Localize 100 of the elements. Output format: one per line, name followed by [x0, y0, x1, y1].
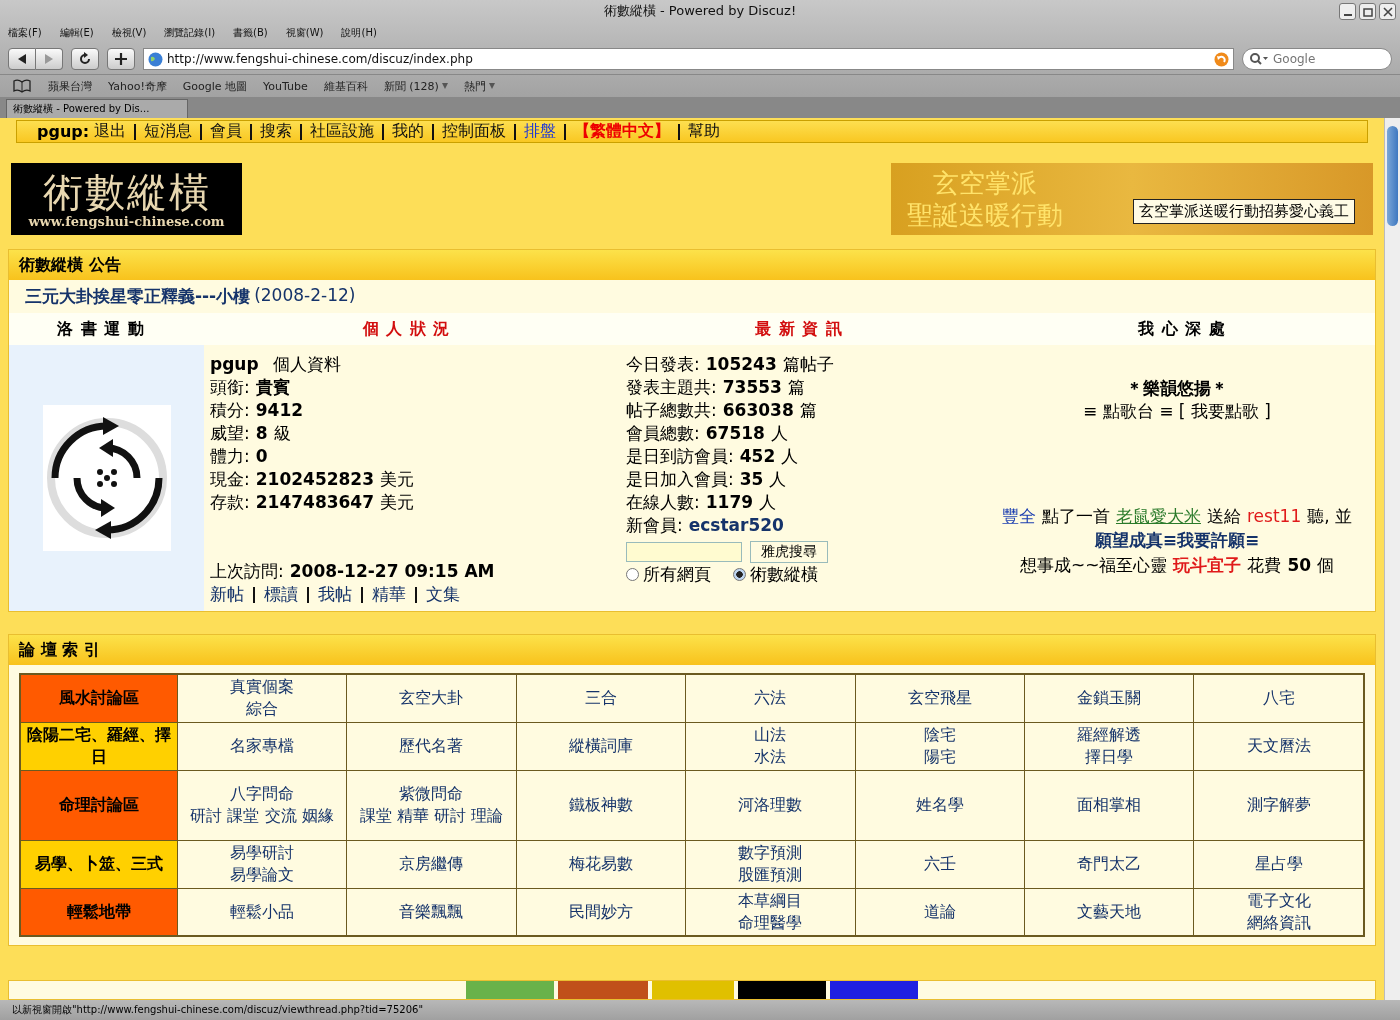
- forum-link[interactable]: 奇門太乙: [1024, 840, 1194, 888]
- profile-nav-link[interactable]: 新帖: [210, 583, 244, 606]
- dedication-text: 豐全 點了一首 老鼠愛大米 送給 rest11 聽, 並: [1001, 505, 1352, 528]
- tooltip: 玄空掌派送暖行動招募愛心義工: [1133, 199, 1355, 224]
- maximize-button[interactable]: [1359, 3, 1376, 20]
- stat-value: 8: [255, 422, 268, 445]
- category-cell[interactable]: 命理討論區: [21, 770, 177, 840]
- forum-link[interactable]: 鐵板神數: [516, 770, 686, 840]
- profile-link[interactable]: 個人資料: [272, 353, 341, 376]
- forum-link[interactable]: 縱橫詞庫: [516, 722, 686, 770]
- announcement-link[interactable]: 三元大卦挨星零正釋義---小樓: [25, 285, 251, 308]
- forum-link[interactable]: 三合: [516, 674, 686, 722]
- address-field[interactable]: http://www.fengshui-chinese.com/discuz/index.php: [143, 48, 1234, 70]
- column-heading: 最 新 資 訊: [755, 318, 843, 338]
- add-button[interactable]: [107, 48, 135, 70]
- song-request-link[interactable]: ≡ 點歌台 ≡ [ 我要點歌 ]: [1083, 400, 1271, 423]
- radio-option[interactable]: 術數縱橫: [733, 563, 818, 586]
- forum-link[interactable]: 面相掌相: [1024, 770, 1194, 840]
- profile-nav-link[interactable]: 我帖: [318, 583, 352, 606]
- nav-link[interactable]: 幫助: [688, 121, 721, 142]
- forum-link[interactable]: 羅經解透 擇日學: [1024, 722, 1194, 770]
- nav-link[interactable]: 短消息: [144, 121, 193, 142]
- new-member-link[interactable]: ecstar520: [688, 514, 784, 537]
- menu-item[interactable]: 書籤(B): [233, 26, 268, 40]
- forum-link[interactable]: 星占學: [1193, 840, 1364, 888]
- forum-link[interactable]: 陰宅 陽宅: [855, 722, 1025, 770]
- stat-unit: 人: [759, 491, 777, 514]
- search-button[interactable]: 雅虎搜尋: [750, 541, 828, 563]
- forum-link[interactable]: 音樂飄飄: [346, 888, 517, 936]
- bookmark-item[interactable]: 維基百科: [323, 78, 368, 94]
- forum-link[interactable]: 易學研討 易學論文: [177, 840, 347, 888]
- nav-link[interactable]: 搜索: [260, 121, 293, 142]
- forum-link[interactable]: 山法 水法: [685, 722, 856, 770]
- forum-link[interactable]: 六法: [685, 674, 856, 722]
- browser-tab[interactable]: 術數縱橫 - Powered by Dis...: [6, 99, 188, 118]
- forum-link[interactable]: 民間妙方: [516, 888, 686, 936]
- forum-link[interactable]: 電子文化 網絡資訊: [1193, 888, 1364, 936]
- forum-link[interactable]: 金鎖玉關: [1024, 674, 1194, 722]
- forum-link[interactable]: 歷代名著: [346, 722, 517, 770]
- forum-link[interactable]: 道論: [855, 888, 1025, 936]
- forward-button[interactable]: [36, 48, 63, 70]
- forum-link[interactable]: 玄空飛星: [855, 674, 1025, 722]
- back-button[interactable]: [8, 48, 36, 70]
- forum-link[interactable]: 文藝天地: [1024, 888, 1194, 936]
- nav-link[interactable]: 退出: [94, 121, 127, 142]
- profile-nav-link[interactable]: 精華: [372, 583, 406, 606]
- profile-nav-link[interactable]: 文集: [426, 583, 460, 606]
- close-icon: [1382, 6, 1393, 17]
- forum-link[interactable]: 姓名學: [855, 770, 1025, 840]
- bookmark-item[interactable]: 熱門: [463, 78, 495, 94]
- forum-link[interactable]: 測字解夢: [1193, 770, 1364, 840]
- forum-link[interactable]: 梅花易數: [516, 840, 686, 888]
- snapback-icon[interactable]: [1214, 51, 1229, 67]
- forum-link[interactable]: 本草綱目 命理醫學: [685, 888, 856, 936]
- menu-item[interactable]: 檔案(F): [8, 26, 42, 40]
- forum-link[interactable]: 京房繼傳: [346, 840, 517, 888]
- menu-item[interactable]: 瀏覽記錄(I): [164, 26, 216, 40]
- nav-link[interactable]: 控制面板: [442, 121, 507, 142]
- menu-item[interactable]: 編輯(E): [59, 26, 94, 40]
- nav-link[interactable]: 排盤: [524, 121, 557, 142]
- nav-link[interactable]: 會員: [210, 121, 243, 142]
- bookmark-item[interactable]: YouTube: [263, 79, 308, 93]
- scrollbar[interactable]: [1384, 118, 1400, 1000]
- forum-link[interactable]: 八宅: [1193, 674, 1364, 722]
- site-logo[interactable]: 術數縱橫 www.fengshui-chinese.com: [11, 163, 242, 235]
- forum-link[interactable]: 河洛理數: [685, 770, 856, 840]
- menu-item[interactable]: 檢視(V): [111, 26, 147, 40]
- close-button[interactable]: [1379, 3, 1396, 20]
- reload-button[interactable]: [71, 48, 99, 70]
- profile-nav-link[interactable]: 標讀: [264, 583, 298, 606]
- forum-link[interactable]: 真實個案 綜合: [177, 674, 347, 722]
- menu-item[interactable]: 說明(H): [341, 26, 377, 40]
- forum-link[interactable]: 輕鬆小品: [177, 888, 347, 936]
- menu-item[interactable]: 視窗(W): [285, 26, 324, 40]
- forum-link[interactable]: 玄空大卦: [346, 674, 517, 722]
- book-icon[interactable]: [12, 79, 32, 93]
- stat-label: 存款:: [210, 491, 250, 514]
- forum-link[interactable]: 六壬: [855, 840, 1025, 888]
- bookmark-item[interactable]: 新聞 (128): [383, 78, 448, 94]
- forum-link[interactable]: 紫微問命 課堂 精華 研討 理論: [346, 770, 517, 840]
- category-cell[interactable]: 易學、卜筮、三式: [21, 840, 177, 888]
- bookmark-item[interactable]: Yahoo!奇摩: [108, 78, 167, 94]
- category-cell[interactable]: 風水討論區: [21, 675, 177, 722]
- nav-link[interactable]: 社區設施: [310, 121, 375, 142]
- forum-link[interactable]: 天文曆法: [1193, 722, 1364, 770]
- bookmark-item[interactable]: 蘋果台灣: [48, 78, 92, 94]
- forum-link[interactable]: 八字問命 研討 課堂 交流 姻緣: [177, 770, 347, 840]
- search-field[interactable]: Google: [1242, 48, 1392, 70]
- category-cell[interactable]: 陰陽二宅、羅經、擇日: [21, 722, 177, 770]
- search-input[interactable]: [626, 542, 742, 562]
- stat-value: 9412: [255, 399, 304, 422]
- forum-link[interactable]: 數字預測 股匯預測: [685, 840, 856, 888]
- category-cell[interactable]: 輕鬆地帶: [21, 888, 177, 935]
- forum-link[interactable]: 名家專檔: [177, 722, 347, 770]
- wish-link[interactable]: 願望成真≡我要許願≡: [1094, 529, 1260, 552]
- nav-link[interactable]: 我的: [392, 121, 425, 142]
- radio-option[interactable]: 所有網頁: [626, 563, 711, 586]
- minimize-button[interactable]: [1339, 3, 1356, 20]
- section-header: 術數縱橫 公告: [9, 250, 1375, 280]
- bookmark-item[interactable]: Google 地圖: [182, 78, 248, 94]
